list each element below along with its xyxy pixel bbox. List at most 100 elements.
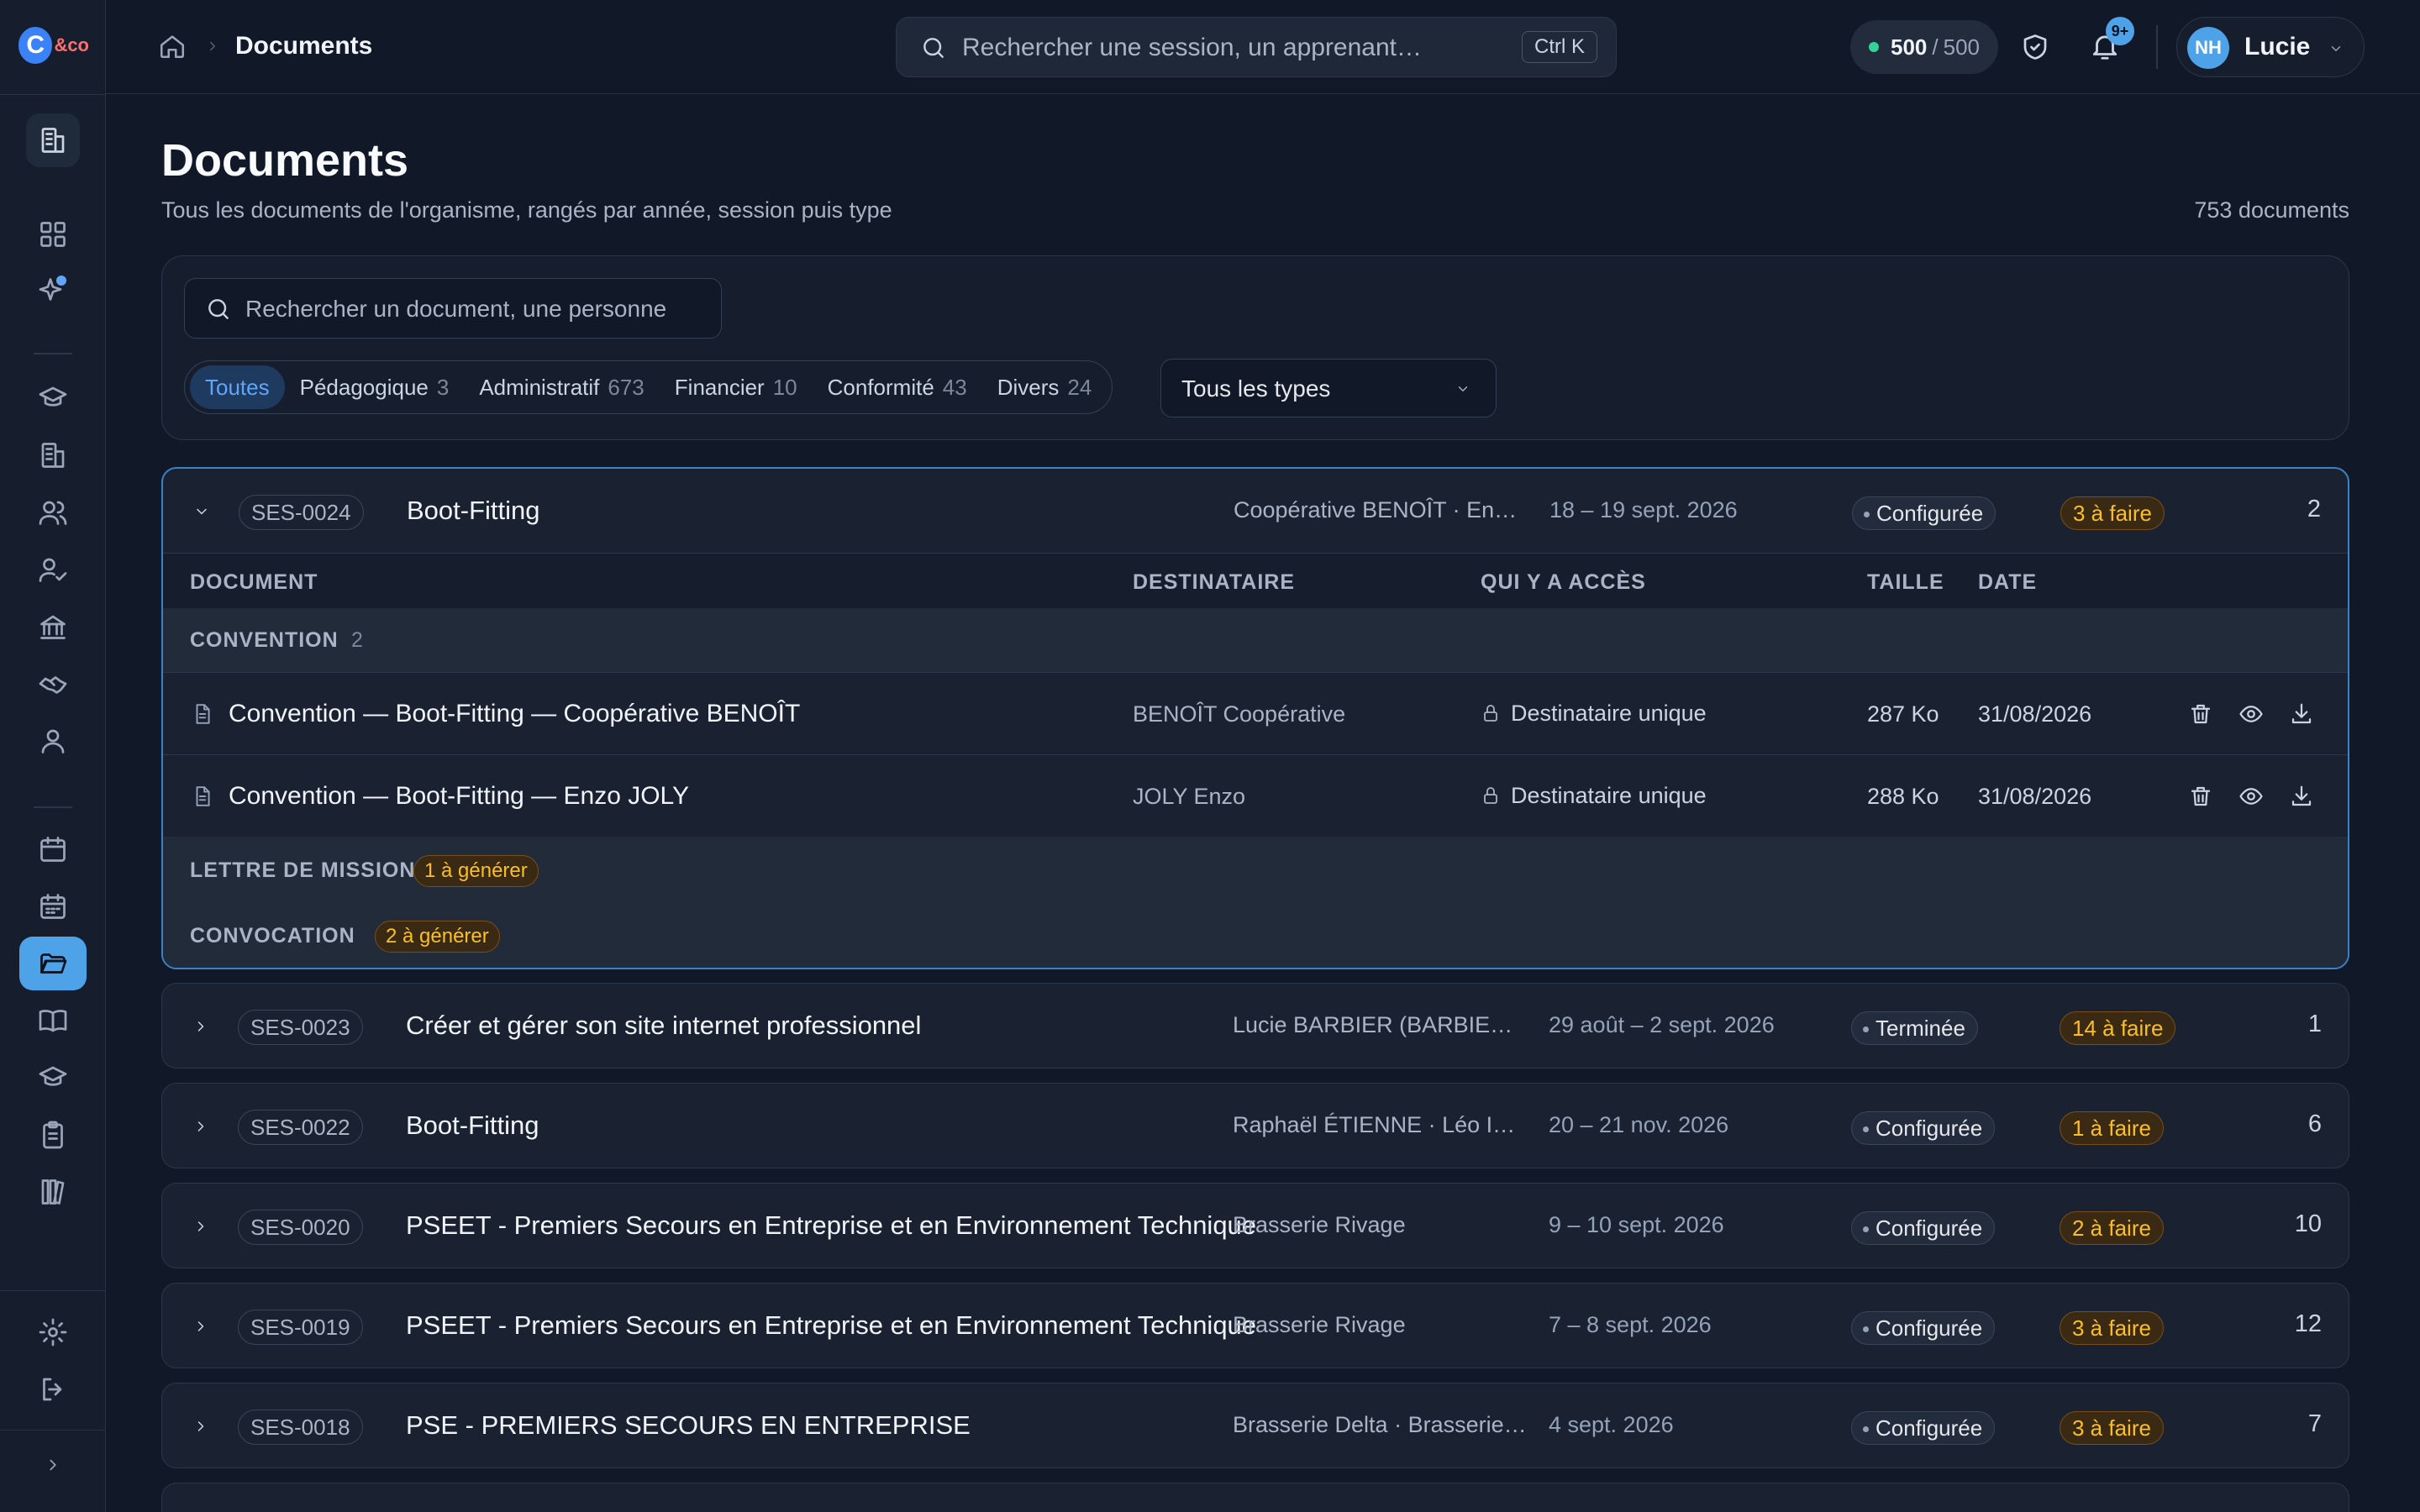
session-header[interactable]: SES-0018 PSE - PREMIERS SECOURS EN ENTRE… [162, 1383, 2349, 1467]
chevron-right-icon[interactable] [192, 1118, 209, 1135]
document-search-input[interactable]: Rechercher un document, une personne [184, 278, 722, 339]
tab-financier[interactable]: Financier 10 [660, 365, 813, 409]
to-generate-badge: 2 à générer [375, 921, 500, 953]
sidebar-item-partenaires[interactable] [31, 662, 75, 706]
user-menu[interactable]: NH Lucie [2176, 17, 2365, 77]
session-card[interactable]: SES-0022 Boot-Fitting Raphaël ÉTIENNE · … [161, 1083, 2349, 1168]
chevron-right-icon[interactable] [192, 1218, 209, 1235]
tab-administratif[interactable]: Administratif 673 [464, 365, 659, 409]
column-recipient[interactable]: DESTINATAIRE [1133, 570, 1295, 595]
sidebar-divider [0, 94, 106, 95]
sidebar-item-certifications[interactable] [31, 1056, 75, 1100]
trash-icon [2191, 786, 2211, 806]
trash-icon [2191, 704, 2211, 724]
column-date[interactable]: DATE [1978, 570, 2037, 595]
tab-pedagogique[interactable]: Pédagogique 3 [285, 365, 465, 409]
sidebar-item-documents[interactable] [19, 937, 87, 990]
group-row-convention[interactable]: CONVENTION 2 [163, 608, 2348, 672]
sidebar: C &co [0, 0, 106, 1512]
breadcrumb-separator [205, 39, 220, 54]
sidebar-item-catalogue[interactable] [31, 999, 75, 1042]
document-search-placeholder: Rechercher un document, une personne [245, 296, 667, 322]
credits-counter[interactable]: 500 / 500 [1850, 20, 1998, 74]
tab-divers[interactable]: Divers 24 [982, 365, 1107, 409]
column-access[interactable]: QUI Y A ACCÈS [1481, 570, 1646, 595]
document-type-select[interactable]: Tous les types [1160, 359, 1497, 417]
tab-label: Administratif [479, 374, 600, 400]
status-badge: Configurée [1851, 1411, 1996, 1445]
chevron-right-icon[interactable] [192, 1418, 209, 1435]
todo-badge: 3 à faire [2060, 1311, 2164, 1345]
table-row[interactable]: Convention — Boot-Fitting — Coopérative … [163, 672, 2348, 754]
type-select-value: Tous les types [1181, 375, 1331, 402]
sidebar-item-dashboard[interactable] [31, 213, 75, 256]
session-title: PSE - PREMIERS SECOURS EN ENTREPRISE [406, 1410, 971, 1440]
sidebar-item-assistant[interactable] [31, 269, 75, 312]
session-card: SES-0024 Boot-Fitting Coopérative BENOÎT… [161, 467, 2349, 969]
topbar: Documents Rechercher une session, un app… [106, 0, 2420, 94]
session-card[interactable]: SES-0019 PSEET - Premiers Secours en Ent… [161, 1283, 2349, 1368]
global-search[interactable]: Rechercher une session, un apprenant… Ct… [896, 17, 1617, 77]
user-name: Lucie [2244, 33, 2311, 60]
delete-button[interactable] [2188, 701, 2213, 727]
session-card[interactable]: SES-0020 PSEET - Premiers Secours en Ent… [161, 1183, 2349, 1268]
sidebar-divider [0, 1290, 106, 1291]
group-row-convocation[interactable]: CONVOCATION 2 à générer [163, 900, 2348, 968]
session-card[interactable]: SES-0023 Créer et gérer son site interne… [161, 983, 2349, 1068]
breadcrumb-home-link[interactable] [158, 32, 187, 60]
sidebar-item-planning[interactable] [31, 827, 75, 871]
download-button[interactable] [2289, 784, 2314, 809]
status-badge: Configurée [1851, 1111, 1996, 1145]
preview-button[interactable] [2238, 701, 2264, 727]
session-card[interactable]: SES-0018 PSE - PREMIERS SECOURS EN ENTRE… [161, 1383, 2349, 1468]
column-size[interactable]: TAILLE [1867, 570, 1944, 595]
chevron-down-icon[interactable] [193, 503, 210, 520]
tab-toutes[interactable]: Toutes [190, 365, 285, 409]
session-card[interactable] [161, 1483, 2349, 1512]
session-client: Lucie BARBIER (BARBIER D… [1233, 1012, 1527, 1037]
sidebar-item-financeurs[interactable] [31, 605, 75, 648]
session-header[interactable]: SES-0019 PSEET - Premiers Secours en Ent… [162, 1284, 2349, 1368]
bank-icon [40, 615, 66, 639]
chevron-right-icon[interactable] [192, 1318, 209, 1335]
document-name[interactable]: Convention — Boot-Fitting — Coopérative … [229, 700, 800, 728]
security-button[interactable] [2020, 32, 2050, 62]
sidebar-item-evaluations[interactable] [31, 1113, 75, 1157]
session-header[interactable]: SES-0023 Créer et gérer son site interne… [162, 984, 2349, 1068]
download-button[interactable] [2289, 701, 2314, 727]
tab-conformite[interactable]: Conformité 43 [813, 365, 982, 409]
session-client: Raphaël ÉTIENNE · Léo INÈ… [1233, 1112, 1527, 1137]
table-row[interactable]: Convention — Boot-Fitting — Enzo JOLY JO… [163, 754, 2348, 837]
organisation-home-button[interactable] [26, 113, 80, 167]
status-badge: Configurée [1851, 1211, 1996, 1245]
chevron-right-icon[interactable] [192, 1018, 209, 1035]
session-header[interactable]: SES-0024 Boot-Fitting Coopérative BENOÎT… [163, 469, 2348, 554]
document-name[interactable]: Convention — Boot-Fitting — Enzo JOLY [229, 782, 689, 811]
sidebar-item-contacts[interactable] [31, 719, 75, 763]
sidebar-item-formateurs[interactable] [31, 548, 75, 591]
group-count: 2 [351, 628, 363, 652]
sidebar-item-bibliotheque[interactable] [31, 1170, 75, 1214]
clipboard-icon [43, 1121, 63, 1149]
group-row-lettre-de-mission[interactable]: LETTRE DE MISSION 1 à générer [163, 837, 2348, 900]
sidebar-item-logout[interactable] [31, 1368, 75, 1411]
session-code: SES-0018 [238, 1410, 363, 1445]
calendar-icon [40, 837, 66, 862]
column-document[interactable]: DOCUMENT [190, 570, 318, 595]
sidebar-expand-button[interactable] [36, 1448, 70, 1482]
sidebar-item-entreprises[interactable] [31, 433, 75, 477]
status-badge: Configurée [1852, 496, 1996, 530]
sidebar-item-apprenants[interactable] [31, 491, 75, 534]
tab-label: Pédagogique [299, 374, 429, 400]
session-header[interactable]: SES-0022 Boot-Fitting Raphaël ÉTIENNE · … [162, 1084, 2349, 1168]
delete-button[interactable] [2188, 784, 2213, 809]
page-subtitle: Tous les documents de l'organisme, rangé… [161, 197, 892, 223]
session-header[interactable]: SES-0020 PSEET - Premiers Secours en Ent… [162, 1184, 2349, 1268]
credits-status-dot [1868, 42, 1879, 52]
sidebar-item-formations[interactable] [31, 376, 75, 420]
app-logo[interactable]: C &co [18, 24, 89, 67]
preview-button[interactable] [2238, 784, 2264, 809]
sidebar-item-sessions[interactable] [31, 885, 75, 928]
sidebar-item-settings[interactable] [31, 1310, 75, 1354]
session-code: SES-0023 [238, 1010, 363, 1045]
